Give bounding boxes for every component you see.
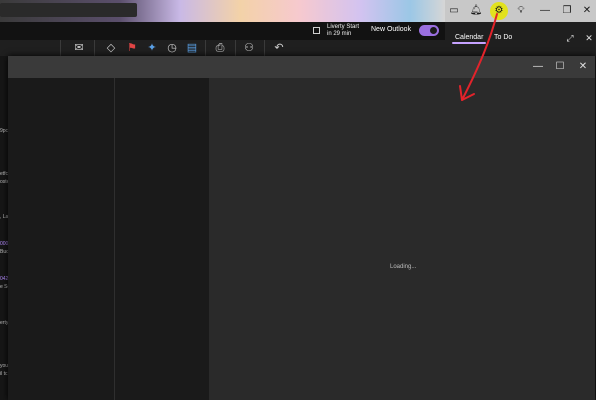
new-outlook-toggle[interactable] — [419, 25, 439, 36]
rules-icon[interactable]: ▤ — [185, 41, 199, 55]
header-banner — [0, 0, 445, 22]
list-item[interactable]: Buc — [0, 249, 8, 255]
pin-icon[interactable]: ✦ — [145, 41, 159, 55]
close-icon[interactable]: ✕ — [580, 4, 594, 18]
list-item[interactable]: 9pc — [0, 128, 8, 134]
dialog-titlebar[interactable]: — ☐ ✕ — [8, 56, 595, 78]
bell-icon[interactable]: 🔔︎ — [469, 4, 483, 18]
close-panel-icon[interactable]: ✕ — [583, 32, 595, 44]
list-item[interactable]: etfc — [0, 171, 8, 177]
tag-icon[interactable]: ◇ — [104, 41, 118, 55]
teams-icon[interactable]: ⚇ — [242, 41, 256, 55]
loading-text: Loading... — [390, 264, 417, 270]
ribbon-separator — [235, 40, 236, 56]
tab-todo[interactable]: To Do — [494, 34, 512, 41]
list-item[interactable]: 042 — [0, 276, 8, 282]
list-item[interactable]: il tc — [0, 371, 8, 377]
new-outlook-label: New Outlook — [371, 26, 412, 33]
list-item[interactable]: e Sc — [0, 284, 8, 290]
dialog-close-icon[interactable]: ✕ — [576, 60, 590, 74]
list-item[interactable]: , La — [0, 214, 8, 220]
message-list-edge: 9pc etfc oste , La 000 Buc 042 e Sc erty… — [0, 56, 8, 400]
calendar-tab-underline — [452, 42, 486, 44]
screen: ▭ 🔔︎ ⚙ 💡︎ — ❐ ✕ Liverty Start in 29 min … — [0, 0, 596, 400]
ribbon-separator — [60, 40, 61, 56]
dialog-maximize-icon[interactable]: ☐ — [553, 60, 567, 74]
clock-icon[interactable]: ◷ — [165, 41, 179, 55]
minimize-icon[interactable]: — — [538, 4, 552, 18]
list-item[interactable]: erty — [0, 320, 8, 326]
dialog-nav-pane — [8, 78, 114, 400]
dialog-window: — ☐ ✕ Loading... — [8, 56, 595, 400]
ribbon-separator — [264, 40, 265, 56]
dialog-content: Loading... — [209, 78, 595, 400]
gear-icon[interactable]: ⚙ — [492, 4, 506, 18]
restore-icon[interactable]: ❐ — [560, 4, 574, 18]
dialog-list-pane — [114, 78, 209, 400]
reminder-subtitle: in 29 min — [327, 31, 352, 37]
ribbon: ✉ ◇ ⚑ ✦ ◷ ▤ ⎙ ⚇ ↶ — [0, 40, 445, 56]
tab-calendar[interactable]: Calendar — [455, 34, 483, 41]
print-icon[interactable]: ⎙ — [213, 41, 227, 55]
ribbon-separator — [94, 40, 95, 56]
panel-icon[interactable]: ▭ — [447, 4, 461, 18]
popout-icon[interactable]: ⤢ — [564, 32, 576, 44]
list-item[interactable]: 000 — [0, 241, 8, 247]
right-panel-header: Calendar To Do ⤢ ✕ — [445, 22, 596, 56]
ribbon-separator — [205, 40, 206, 56]
undo-icon[interactable]: ↶ — [272, 41, 286, 55]
list-item[interactable]: oste — [0, 179, 8, 185]
list-item[interactable]: you — [0, 363, 8, 369]
search-box[interactable] — [0, 3, 137, 17]
calendar-icon — [313, 27, 320, 34]
dialog-minimize-icon[interactable]: — — [531, 60, 545, 74]
flag-icon[interactable]: ⚑ — [125, 41, 139, 55]
mark-read-icon[interactable]: ✉ — [72, 41, 86, 55]
reminder-title: Liverty Start — [327, 24, 360, 30]
lightbulb-icon[interactable]: 💡︎ — [514, 4, 528, 18]
